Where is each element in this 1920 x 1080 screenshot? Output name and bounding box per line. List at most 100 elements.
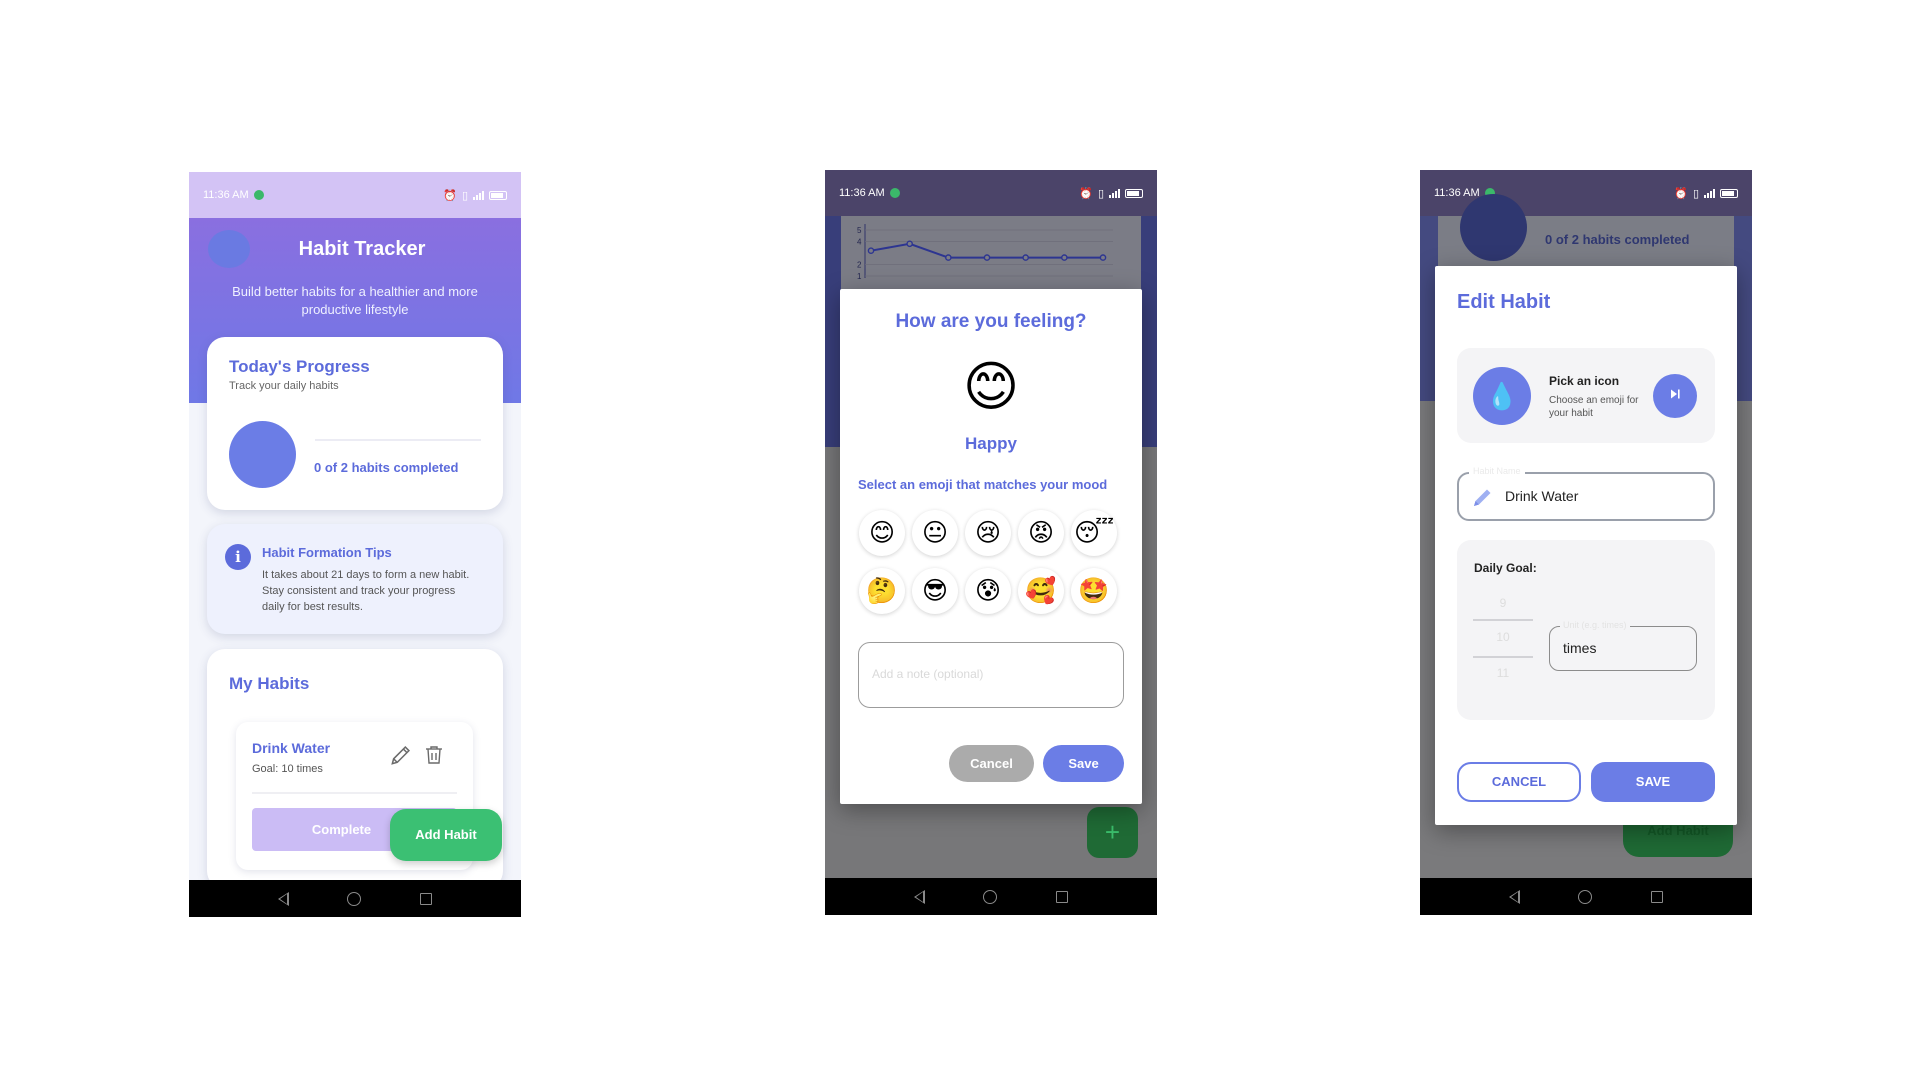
system-nav-bar bbox=[825, 878, 1157, 915]
picker-value-selected: 10 bbox=[1496, 630, 1510, 644]
add-fab-button[interactable]: + bbox=[1087, 807, 1138, 858]
back-icon[interactable] bbox=[278, 891, 290, 906]
chart-point bbox=[867, 247, 875, 255]
chart-point bbox=[983, 254, 991, 261]
back-icon[interactable] bbox=[1509, 889, 1521, 904]
app-title: Habit Tracker bbox=[298, 238, 426, 260]
progress-title: Today's Progress bbox=[229, 357, 370, 376]
home-icon[interactable] bbox=[983, 889, 998, 904]
alarm-icon: ⏰ bbox=[1079, 187, 1093, 200]
alarm-icon: ⏰ bbox=[443, 189, 457, 202]
back-icon[interactable] bbox=[914, 889, 926, 904]
status-bar: 11:36 AM ⏰ ▯ bbox=[825, 170, 1157, 216]
emoji-option[interactable]: 🥰 bbox=[1018, 568, 1064, 614]
cancel-button[interactable]: CANCEL bbox=[1457, 762, 1581, 802]
mood-dialog: How are you feeling? 😊 Happy Select an e… bbox=[840, 289, 1142, 804]
status-time: 11:36 AM bbox=[203, 189, 249, 201]
progress-subtitle: Track your daily habits bbox=[229, 380, 339, 392]
habit-name: Drink Water bbox=[252, 740, 331, 756]
vibrate-icon: ▯ bbox=[1097, 187, 1104, 200]
tips-title: Habit Formation Tips bbox=[262, 545, 392, 560]
emoji-option[interactable]: 😊 bbox=[859, 510, 905, 556]
chart-point bbox=[906, 240, 913, 248]
play-skip-icon bbox=[1671, 389, 1680, 399]
vibrate-icon: ▯ bbox=[461, 189, 468, 202]
app-status-icon bbox=[889, 188, 900, 198]
status-time: 11:36 AM bbox=[1434, 187, 1480, 199]
mood-dialog-title: How are you feeling? bbox=[895, 311, 1087, 332]
emoji-option[interactable]: 😎 bbox=[912, 568, 958, 614]
app-subtitle: Build better habits for a healthier and … bbox=[232, 284, 478, 317]
home-icon[interactable] bbox=[347, 891, 362, 906]
chart-y-tick-label: 2 bbox=[857, 261, 862, 270]
battery-icon bbox=[489, 190, 507, 200]
tips-body: It takes about 21 days to form a new hab… bbox=[262, 569, 470, 613]
battery-icon bbox=[1125, 188, 1143, 198]
emoji-option[interactable]: 😡 bbox=[1018, 510, 1064, 556]
pick-icon-title: Pick an icon bbox=[1549, 374, 1620, 388]
signal-icon bbox=[473, 190, 484, 200]
habit-divider bbox=[252, 792, 457, 794]
picker-divider bbox=[1473, 656, 1533, 658]
chart-y-tick-label: 5 bbox=[857, 226, 862, 235]
signal-icon bbox=[1704, 188, 1715, 198]
recent-apps-icon[interactable] bbox=[419, 892, 432, 905]
dimmed-progress-circle bbox=[1460, 194, 1527, 261]
emoji-option[interactable]: 🤩 bbox=[1071, 568, 1117, 614]
habit-name-label: Habit Name bbox=[1469, 466, 1525, 476]
pencil-icon bbox=[1470, 485, 1494, 509]
goal-number-picker[interactable]: 9 10 11 bbox=[1473, 596, 1533, 696]
dimmed-progress-count: 0 of 2 habits completed bbox=[1545, 232, 1690, 247]
chart-point bbox=[1099, 254, 1107, 261]
chart-y-tick-label: 4 bbox=[857, 238, 862, 247]
recent-apps-icon[interactable] bbox=[1650, 890, 1663, 903]
save-button[interactable]: Save bbox=[1043, 745, 1124, 782]
signal-icon bbox=[1109, 188, 1120, 198]
emoji-option[interactable]: 😢 bbox=[965, 510, 1011, 556]
daily-goal-panel: Daily Goal: 9 10 11 Unit (e.g. times) ti… bbox=[1457, 540, 1715, 720]
emoji-option[interactable]: 😴 bbox=[1071, 510, 1117, 556]
emoji-option[interactable]: 😰 bbox=[965, 568, 1011, 614]
add-habit-button[interactable]: Add Habit bbox=[390, 809, 502, 861]
progress-card: Today's Progress Track your daily habits… bbox=[207, 337, 503, 510]
chart-point bbox=[1022, 254, 1029, 261]
water-drop-icon[interactable]: 💧 bbox=[1473, 367, 1531, 425]
status-time: 11:36 AM bbox=[839, 187, 885, 199]
emoji-grid: 😊 😐 😢 😡 😴 🤔 😎 😰 🥰 🤩 bbox=[859, 510, 1125, 614]
progress-bar bbox=[315, 439, 481, 441]
home-icon[interactable] bbox=[1578, 889, 1593, 904]
picker-value-prev: 9 bbox=[1499, 596, 1507, 610]
note-input[interactable]: Add a note (optional) bbox=[858, 642, 1124, 708]
selected-mood-emoji: 😊 bbox=[962, 357, 1020, 417]
habit-name-field[interactable]: Habit Name Drink Water bbox=[1457, 466, 1715, 521]
recent-apps-icon[interactable] bbox=[1055, 890, 1068, 903]
emoji-option[interactable]: 😐 bbox=[912, 510, 958, 556]
habit-goal: Goal: 10 times bbox=[252, 763, 323, 775]
info-icon: i bbox=[225, 544, 251, 570]
tips-card: i Habit Formation Tips It takes about 21… bbox=[207, 524, 503, 634]
system-nav-bar bbox=[1420, 878, 1752, 915]
edit-habit-dialog: Edit Habit 💧 Pick an icon Choose an emoj… bbox=[1435, 266, 1737, 825]
system-nav-bar bbox=[189, 880, 521, 917]
delete-trash-icon[interactable] bbox=[422, 742, 448, 768]
battery-icon bbox=[1720, 188, 1738, 198]
picker-divider bbox=[1473, 619, 1533, 621]
alarm-icon: ⏰ bbox=[1674, 187, 1688, 200]
chart-point bbox=[1061, 254, 1068, 261]
status-bar: 11:36 AM ⏰ ▯ bbox=[189, 172, 521, 218]
emoji-picker-button[interactable] bbox=[1653, 374, 1697, 418]
edit-pencil-icon[interactable] bbox=[388, 742, 414, 768]
progress-circle bbox=[229, 421, 296, 488]
unit-field[interactable]: Unit (e.g. times) times bbox=[1549, 620, 1697, 671]
edit-dialog-title: Edit Habit bbox=[1457, 291, 1551, 313]
emoji-option[interactable]: 🤔 bbox=[859, 568, 905, 614]
mood-hint: Select an emoji that matches your mood bbox=[858, 477, 1108, 492]
save-button[interactable]: SAVE bbox=[1591, 762, 1715, 802]
app-status-icon bbox=[253, 190, 264, 200]
pick-icon-subtitle: Choose an emoji for your habit bbox=[1549, 395, 1639, 419]
unit-value[interactable]: times bbox=[1563, 640, 1596, 656]
habit-name-value[interactable]: Drink Water bbox=[1505, 488, 1578, 504]
edit-habit-screen: 11:36 AM ⏰ ▯ 0 of 2 habits completed Add… bbox=[1420, 170, 1752, 915]
progress-count: 0 of 2 habits completed bbox=[314, 460, 459, 475]
cancel-button[interactable]: Cancel bbox=[949, 745, 1034, 782]
